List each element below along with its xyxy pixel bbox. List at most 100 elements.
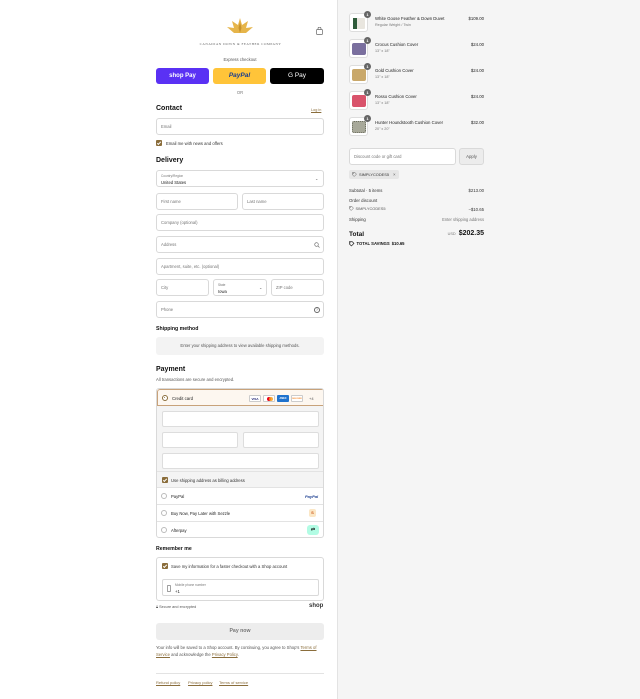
card-name-field[interactable] xyxy=(162,453,319,469)
or-divider: OR xyxy=(236,90,244,95)
total-label: Total xyxy=(349,231,365,238)
pay-now-label: Pay now xyxy=(229,628,251,634)
visa-icon: VISA xyxy=(249,394,261,402)
state-value: Iowa xyxy=(218,288,227,294)
total-value: $202.35 xyxy=(458,230,484,237)
product-variant: 13" x 18" xyxy=(375,74,390,79)
company-field[interactable]: Company (optional) xyxy=(156,214,324,231)
mastercard-icon xyxy=(263,394,275,402)
product-name: Hunter Houndstooth Cushion Cover xyxy=(375,120,444,125)
brand-name: CANADIAN DOWN & FEATHER COMPANY xyxy=(199,42,282,46)
credit-card-label: Credit card xyxy=(172,395,194,401)
card-number-field[interactable] xyxy=(162,411,319,427)
apply-label: Apply xyxy=(466,154,477,159)
discount-tag-code: SIMPLYCODES5 xyxy=(359,172,389,177)
address-field[interactable]: Address xyxy=(156,236,324,253)
tag-icon xyxy=(349,241,355,247)
credit-card-radio[interactable] xyxy=(162,395,168,401)
quantity-badge: 1 xyxy=(364,89,371,96)
sezzle-option[interactable]: Buy Now, Pay Later with Sezzle S xyxy=(157,504,323,521)
zip-field[interactable]: ZIP code xyxy=(271,279,324,296)
city-field[interactable]: City xyxy=(156,279,209,296)
mobile-phone-label: Mobile phone number xyxy=(175,582,206,587)
remember-me-box: Save my information for a faster checkou… xyxy=(156,557,324,601)
cart-bag-icon[interactable] xyxy=(316,26,323,35)
google-pay-button[interactable]: G Pay xyxy=(270,68,324,84)
shipping-value: Enter shipping address xyxy=(442,217,484,222)
discount-placeholder: Discount code or gift card xyxy=(354,154,402,159)
delivery-heading: Delivery xyxy=(156,157,184,164)
email-placeholder: Email xyxy=(161,124,172,129)
secure-label: Secure and encrypted xyxy=(159,605,197,609)
shipping-label: Shipping xyxy=(349,217,366,222)
company-placeholder: Company (optional) xyxy=(161,220,198,225)
cart-line-item: 1 Crocus Cushion Cover 13" x 18" $24.00 xyxy=(349,37,484,64)
afterpay-radio[interactable] xyxy=(161,527,167,533)
paypal-radio[interactable] xyxy=(161,493,167,499)
afterpay-option[interactable]: Afterpay ⇄ xyxy=(157,521,323,537)
mobile-phone-value: +1 xyxy=(175,588,180,594)
order-summary: 1 White Goose Feather & Down Duvet Regul… xyxy=(349,0,484,699)
chevron-down-icon: ⌄ xyxy=(259,285,263,290)
shop-pay-button[interactable]: shop Pay xyxy=(156,68,209,84)
total-savings: TOTAL SAVINGS $10.65 xyxy=(349,241,405,247)
product-price: $24.00 xyxy=(470,42,484,47)
last-name-placeholder: Last name xyxy=(247,199,267,204)
mobile-phone-field[interactable]: Mobile phone number +1 xyxy=(162,579,319,596)
product-price: $32.00 xyxy=(470,120,484,125)
product-name: Gold Cushion Cover xyxy=(375,68,414,73)
product-name: White Goose Feather & Down Duvet xyxy=(375,16,445,21)
credit-card-option[interactable]: Credit card VISA AMEX DISCOVER +4 xyxy=(157,389,323,406)
remove-discount-icon[interactable]: × xyxy=(393,172,396,177)
search-icon xyxy=(314,242,320,248)
apply-button[interactable]: Apply xyxy=(459,148,484,165)
order-discount-label: Order discount xyxy=(349,198,378,203)
remember-me-heading: Remember me xyxy=(156,546,192,552)
subtotal-value: $213.00 xyxy=(468,188,484,193)
privacy-policy-link[interactable]: Privacy policy xyxy=(188,680,212,685)
legal-text-part2: and acknowledge the xyxy=(171,651,211,657)
discount-code-input[interactable]: Discount code or gift card xyxy=(349,148,456,165)
first-name-field[interactable]: First name xyxy=(156,193,238,210)
city-placeholder: City xyxy=(161,285,169,290)
chevron-down-icon: ⌄ xyxy=(315,176,319,181)
cart-line-item: 1 Hunter Houndstooth Cushion Cover 20" x… xyxy=(349,115,484,142)
refund-policy-link[interactable]: Refund policy xyxy=(156,680,180,685)
product-price: $24.00 xyxy=(470,68,484,73)
login-link[interactable]: Log in xyxy=(311,108,321,112)
news-checkbox[interactable] xyxy=(156,140,162,146)
card-cvv-field[interactable] xyxy=(243,432,319,448)
discount-tag: SIMPLYCODES5 × xyxy=(349,170,399,179)
pay-now-button[interactable]: Pay now xyxy=(156,623,324,640)
contact-heading: Contact xyxy=(156,105,183,112)
paypal-option[interactable]: PayPal PayPal xyxy=(157,487,323,504)
brand-logo[interactable] xyxy=(226,17,254,37)
paypal-express-button[interactable]: PayPal xyxy=(213,68,266,84)
country-select[interactable]: Country/Region United States ⌄ xyxy=(156,170,324,187)
privacy-link[interactable]: Privacy Policy xyxy=(212,652,238,657)
mobile-phone-icon xyxy=(167,584,171,592)
help-icon[interactable]: ? xyxy=(314,306,320,313)
save-info-label: Save my information for a faster checkou… xyxy=(171,564,288,569)
last-name-field[interactable]: Last name xyxy=(242,193,324,210)
save-info-checkbox[interactable] xyxy=(162,563,168,569)
phone-field[interactable]: Phone ? xyxy=(156,301,324,318)
product-variant: 13" x 18" xyxy=(375,48,390,53)
email-field[interactable]: Email xyxy=(156,118,324,135)
shipping-method-heading: Shipping method xyxy=(156,326,199,332)
payment-subtitle: All transactions are secure and encrypte… xyxy=(156,377,235,382)
country-label: Country/Region xyxy=(161,173,184,178)
billing-checkbox[interactable] xyxy=(162,477,168,483)
state-select[interactable]: State Iowa ⌄ xyxy=(213,279,267,296)
cart-line-item: 1 Rosso Cushion Cover 13" x 18" $24.00 xyxy=(349,89,484,116)
product-price: $109.00 xyxy=(468,16,484,21)
terms-of-service-link[interactable]: Terms of service xyxy=(219,680,248,685)
state-label: State xyxy=(218,282,226,287)
shop-logo: shop xyxy=(309,603,324,609)
order-discount-value: −$10.65 xyxy=(468,207,484,212)
card-expiry-field[interactable] xyxy=(162,432,238,448)
order-discount-code: SIMPLYCODES5 xyxy=(349,206,385,211)
apartment-field[interactable]: Apartment, suite, etc. (optional) xyxy=(156,258,324,275)
apartment-placeholder: Apartment, suite, etc. (optional) xyxy=(161,264,220,269)
sezzle-radio[interactable] xyxy=(161,510,167,516)
